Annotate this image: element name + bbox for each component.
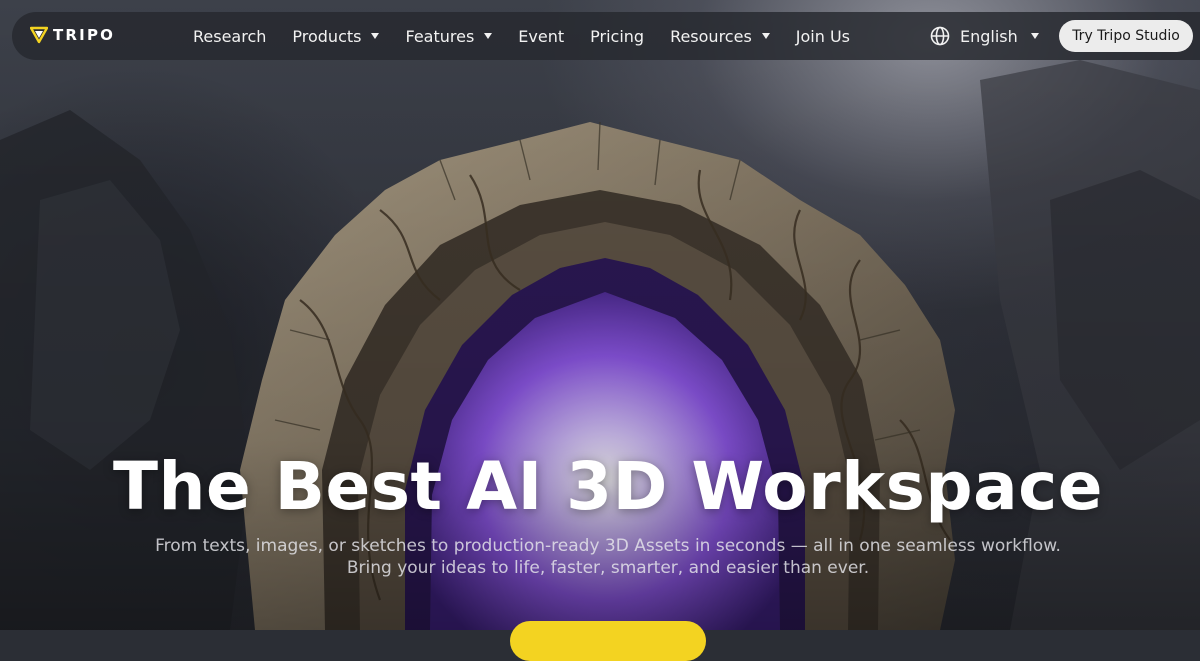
nav-item-resources[interactable]: Resources bbox=[670, 27, 770, 46]
tripo-v-logo-icon bbox=[30, 26, 48, 44]
nav-item-join-us[interactable]: Join Us bbox=[796, 27, 850, 46]
language-selector[interactable]: English bbox=[930, 12, 1039, 60]
nav-item-label: Features bbox=[405, 26, 475, 46]
nav-item-label: Research bbox=[193, 26, 267, 46]
hero-title: The Best AI 3D Workspace bbox=[112, 448, 1104, 525]
nav-item-pricing[interactable]: Pricing bbox=[590, 27, 644, 46]
nav-item-label: Pricing bbox=[590, 26, 645, 46]
caret-down-icon bbox=[1030, 33, 1039, 39]
hero-subtitle-line-1: From texts, images, or sketches to produ… bbox=[155, 536, 1061, 556]
nav-item-label: Products bbox=[292, 26, 362, 46]
nav-item-label: Event bbox=[518, 26, 565, 46]
try-tripo-studio-button[interactable]: Try Tripo Studio bbox=[1059, 20, 1193, 52]
primary-nav-menu: Research Products Features Event Pricing… bbox=[193, 12, 876, 60]
nav-item-research[interactable]: Research bbox=[193, 27, 266, 46]
caret-down-icon bbox=[371, 33, 380, 39]
caret-down-icon bbox=[484, 33, 493, 39]
nav-item-event[interactable]: Event bbox=[518, 27, 564, 46]
caret-down-icon bbox=[761, 33, 770, 39]
nav-item-products[interactable]: Products bbox=[292, 26, 380, 46]
brand-logo-link[interactable]: TRIPO bbox=[30, 26, 115, 44]
hero-subtitle-line-2: Bring your ideas to life, faster, smarte… bbox=[346, 558, 870, 578]
nav-item-label: Resources bbox=[670, 26, 752, 46]
nav-item-features[interactable]: Features bbox=[405, 26, 493, 46]
language-label: English bbox=[960, 26, 1018, 46]
top-navigation-bar: TRIPO Research Products Features Event P… bbox=[12, 12, 1200, 60]
globe-icon bbox=[930, 26, 950, 46]
nav-item-label: Join Us bbox=[795, 26, 851, 46]
brand-name: TRIPO bbox=[53, 26, 116, 44]
hero-cta-button[interactable] bbox=[510, 621, 706, 661]
